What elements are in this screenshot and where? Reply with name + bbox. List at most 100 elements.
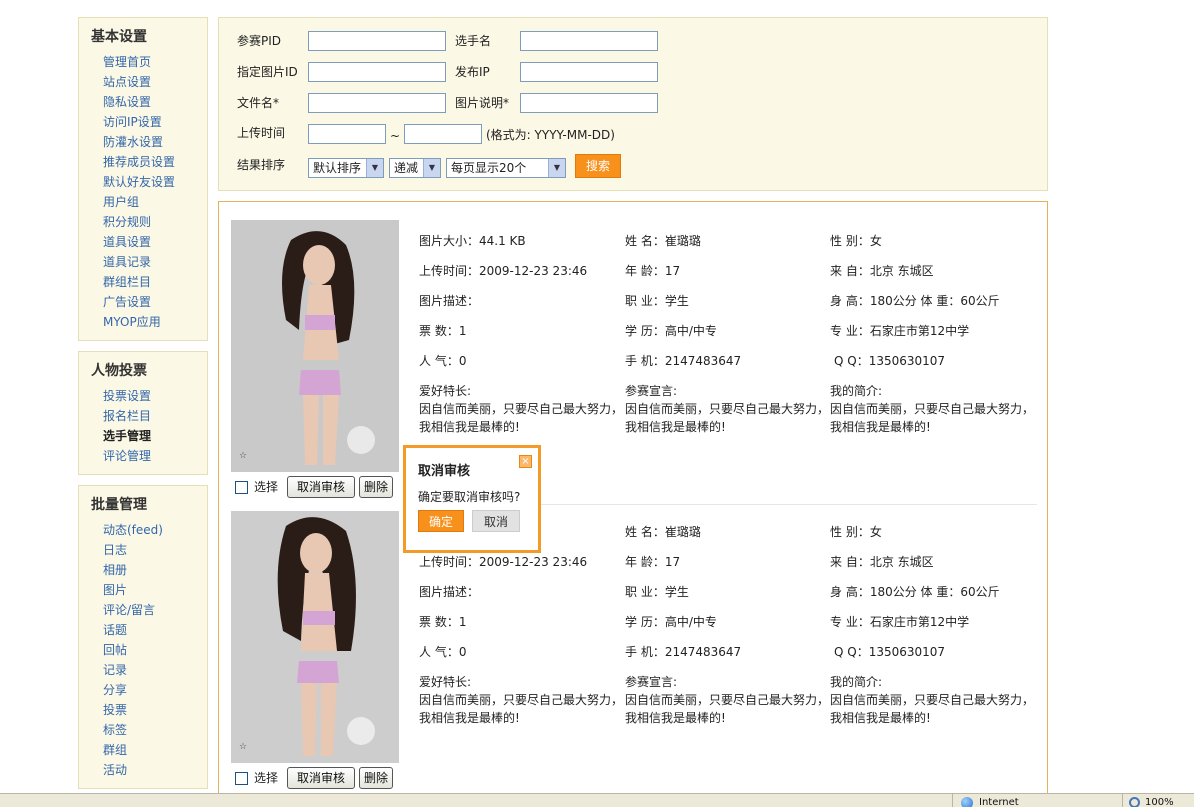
sidebar-item-signup-columns[interactable]: 报名栏目 xyxy=(79,406,207,426)
sidebar-item-topics[interactable]: 话题 xyxy=(79,620,207,640)
sidebar-item-credit-rules[interactable]: 积分规则 xyxy=(79,212,207,232)
intro-text: 因自信而美丽，只要尽自己最大努力，我相信我是最棒的! xyxy=(830,402,1035,434)
upload-time-label: 上传时间 xyxy=(237,126,286,140)
player-name-label: 选手名 xyxy=(455,34,492,48)
votes: 票 数：1 xyxy=(419,615,467,629)
player-education: 学 历：高中/中专 xyxy=(625,324,717,338)
select-checkbox[interactable] xyxy=(235,481,248,494)
upload-start-input[interactable] xyxy=(308,124,386,144)
player-education: 学 历：高中/中专 xyxy=(625,615,717,629)
upload-end-input[interactable] xyxy=(404,124,482,144)
sort-select[interactable]: 默认排序 ▼ xyxy=(308,158,384,178)
player-name: 姓 名：崔璐璐 xyxy=(625,234,701,248)
sidebar-item-picture[interactable]: 图片 xyxy=(79,580,207,600)
upload-time: 上传时间：2009-12-23 23:46 xyxy=(419,555,588,569)
cancel-review-button[interactable]: 取消审核 xyxy=(287,767,355,789)
player-height-weight: 身 高：180公分 体 重：60公斤 xyxy=(830,585,1000,599)
select-label: 选择 xyxy=(254,480,279,494)
sidebar-item-default-friends[interactable]: 默认好友设置 xyxy=(79,172,207,192)
player-photo[interactable]: ☆ xyxy=(231,220,399,472)
pic-desc-label: 图片说明* xyxy=(455,96,510,110)
sidebar-item-feed[interactable]: 动态(feed) xyxy=(79,520,207,540)
sidebar-item-anti-spam[interactable]: 防灌水设置 xyxy=(79,132,207,152)
sidebar-item-replies[interactable]: 回帖 xyxy=(79,640,207,660)
sidebar-group-batch: 批量管理 动态(feed) 日志 相册 图片 评论/留言 话题 回帖 记录 分享… xyxy=(78,485,208,789)
intro-label: 我的简介: xyxy=(830,675,883,689)
player-height-weight: 身 高：180公分 体 重：60公斤 xyxy=(830,294,1000,308)
sidebar-item-events[interactable]: 活动 xyxy=(79,760,207,780)
player-gender: 性 别：女 xyxy=(830,234,882,248)
hobby-label: 爱好特长: xyxy=(419,675,472,689)
sidebar-item-admin-home[interactable]: 管理首页 xyxy=(79,52,207,72)
select-checkbox[interactable] xyxy=(235,772,248,785)
delete-button[interactable]: 删除 xyxy=(359,476,393,498)
sidebar-item-privacy[interactable]: 隐私设置 xyxy=(79,92,207,112)
sidebar-item-tags[interactable]: 标签 xyxy=(79,720,207,740)
photo-actions: 选择 取消审核 删除 xyxy=(235,476,405,500)
player-age: 年 龄：17 xyxy=(625,555,681,569)
sort-select-value: 默认排序 xyxy=(313,161,362,175)
votes: 票 数：1 xyxy=(419,324,467,338)
pic-desc: 图片描述： xyxy=(419,585,480,599)
sidebar-item-groups[interactable]: 群组 xyxy=(79,740,207,760)
sidebar-item-user-groups[interactable]: 用户组 xyxy=(79,192,207,212)
sidebar-item-vote-settings[interactable]: 投票设置 xyxy=(79,386,207,406)
pid-input[interactable] xyxy=(308,31,446,51)
player-major: 专 业：石家庄市第12中学 xyxy=(830,324,970,338)
filename-input[interactable] xyxy=(308,93,446,113)
sidebar-item-myop[interactable]: MYOP应用 xyxy=(79,312,207,332)
sidebar-item-player-management[interactable]: 选手管理 xyxy=(79,426,207,446)
sidebar-item-props-settings[interactable]: 道具设置 xyxy=(79,232,207,252)
zone-text: Internet xyxy=(979,797,1019,807)
sidebar-item-props-log[interactable]: 道具记录 xyxy=(79,252,207,272)
pic-id-input[interactable] xyxy=(308,62,446,82)
player-name-input[interactable] xyxy=(520,31,658,51)
close-icon[interactable]: × xyxy=(519,455,532,468)
cancel-review-button[interactable]: 取消审核 xyxy=(287,476,355,498)
sidebar-item-share[interactable]: 分享 xyxy=(79,680,207,700)
pic-size: 图片大小：44.1 KB xyxy=(419,234,526,248)
sidebar-item-ip-settings[interactable]: 访问IP设置 xyxy=(79,112,207,132)
cancel-button[interactable]: 取消 xyxy=(472,510,520,532)
svg-text:☆: ☆ xyxy=(239,742,247,752)
status-zoom[interactable]: 100% xyxy=(1122,794,1194,807)
sidebar-item-album[interactable]: 相册 xyxy=(79,560,207,580)
sidebar-item-blog[interactable]: 日志 xyxy=(79,540,207,560)
player-photo[interactable]: ☆ xyxy=(231,511,399,763)
player-job: 职 业：学生 xyxy=(625,294,689,308)
declaration-text: 因自信而美丽，只要尽自己最大努力，我相信我是最棒的! xyxy=(625,402,830,434)
dialog-title: 取消审核 xyxy=(418,464,471,479)
search-button[interactable]: 搜索 xyxy=(575,154,621,178)
date-format-hint: (格式为: YYYY-MM-DD) xyxy=(486,128,615,142)
order-select[interactable]: 递减 ▼ xyxy=(389,158,441,178)
ip-label: 发布IP xyxy=(455,65,490,79)
pic-desc-input[interactable] xyxy=(520,93,658,113)
intro-label: 我的简介: xyxy=(830,384,883,398)
sidebar-item-group-columns[interactable]: 群组栏目 xyxy=(79,272,207,292)
sidebar-item-recommend-members[interactable]: 推荐成员设置 xyxy=(79,152,207,172)
status-zone: Internet xyxy=(952,794,1122,807)
hobby-text: 因自信而美丽，只要尽自己最大努力，我相信我是最棒的! xyxy=(419,402,624,434)
player-job: 职 业：学生 xyxy=(625,585,689,599)
ip-input[interactable] xyxy=(520,62,658,82)
chevron-down-icon: ▼ xyxy=(423,159,440,177)
sidebar-item-records[interactable]: 记录 xyxy=(79,660,207,680)
list-item: ☆ 选择 取消审核 删除 上传时间：2009-12-23 23:46 图片描述：… xyxy=(231,511,1037,801)
declaration-label: 参赛宣言: xyxy=(625,675,678,689)
player-name: 姓 名：崔璐璐 xyxy=(625,525,701,539)
sidebar-item-comment-management[interactable]: 评论管理 xyxy=(79,446,207,466)
range-separator: ~ xyxy=(390,129,401,143)
sidebar-item-poll[interactable]: 投票 xyxy=(79,700,207,720)
popularity: 人 气：0 xyxy=(419,645,467,659)
sidebar-item-ad-settings[interactable]: 广告设置 xyxy=(79,292,207,312)
delete-button[interactable]: 删除 xyxy=(359,767,393,789)
sidebar-group-vote: 人物投票 投票设置 报名栏目 选手管理 评论管理 xyxy=(78,351,208,475)
sidebar-group-title: 基本设置 xyxy=(91,29,147,45)
confirm-button[interactable]: 确定 xyxy=(418,510,464,532)
player-qq: Q Q：1350630107 xyxy=(834,354,946,368)
player-major: 专 业：石家庄市第12中学 xyxy=(830,615,970,629)
per-page-select[interactable]: 每页显示20个 ▼ xyxy=(446,158,566,178)
intro-text: 因自信而美丽，只要尽自己最大努力，我相信我是最棒的! xyxy=(830,693,1035,725)
sidebar-item-site-settings[interactable]: 站点设置 xyxy=(79,72,207,92)
sidebar-item-comments[interactable]: 评论/留言 xyxy=(79,600,207,620)
